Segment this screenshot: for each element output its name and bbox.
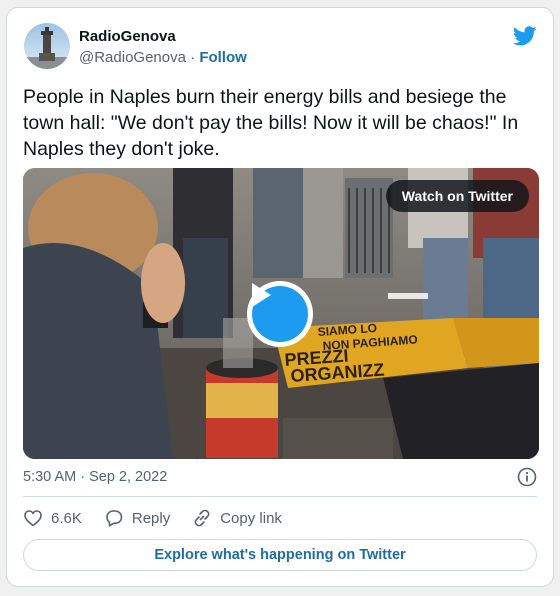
copy-link-label: Copy link	[220, 509, 282, 527]
reply-button[interactable]: Reply	[104, 508, 170, 528]
reply-icon	[106, 510, 123, 527]
tweet-text: People in Naples burn their energy bills…	[23, 86, 519, 160]
author-handle-row: @RadioGenova · Follow	[79, 49, 247, 66]
author-handle[interactable]: @RadioGenova	[79, 49, 186, 66]
link-icon	[194, 509, 210, 527]
action-bar: 6.6K Reply Copy link	[23, 508, 304, 528]
explore-twitter-button[interactable]: Explore what's happening on Twitter	[23, 539, 537, 571]
play-button[interactable]	[247, 281, 313, 347]
video-player[interactable]: SIAMO LO NON PAGHIAMO PREZZI ORGANIZZ Watch…	[23, 168, 539, 459]
watch-on-twitter-button[interactable]: Watch on Twitter	[385, 180, 529, 212]
copy-link-button[interactable]: Copy link	[192, 508, 282, 528]
author-name[interactable]: RadioGenova	[79, 28, 176, 45]
avatar[interactable]	[24, 23, 70, 69]
like-button[interactable]: 6.6K	[23, 508, 82, 528]
reply-label: Reply	[131, 509, 171, 527]
twitter-bird-icon[interactable]	[513, 24, 537, 48]
play-icon	[252, 283, 271, 307]
likes-count: 6.6K	[51, 509, 82, 527]
tweet-timestamp[interactable]: 5:30 AM · Sep 2, 2022	[23, 469, 167, 485]
divider	[23, 496, 537, 497]
info-icon[interactable]	[517, 467, 537, 487]
follow-link[interactable]: Follow	[199, 49, 247, 66]
tweet-card: RadioGenova @RadioGenova · Follow People…	[6, 7, 554, 587]
heart-icon	[24, 510, 42, 527]
handle-separator: ·	[190, 49, 196, 66]
